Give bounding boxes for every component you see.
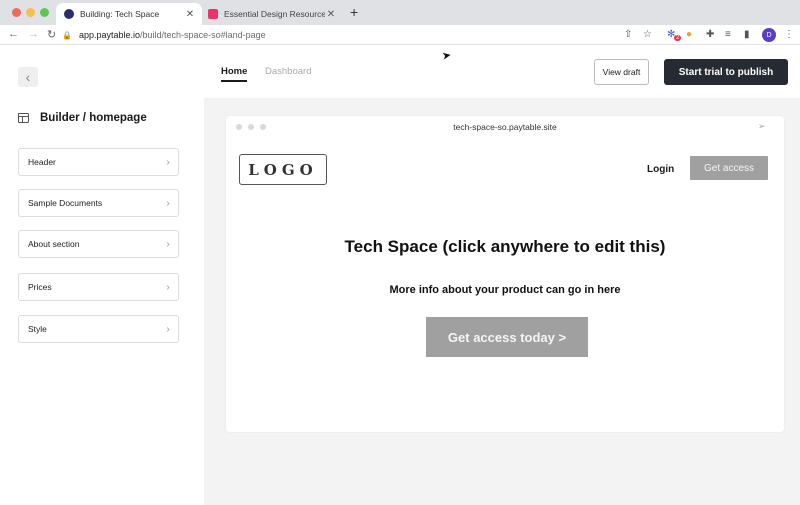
browser-tab-building[interactable]: Building: Tech Space ✕ bbox=[56, 3, 202, 25]
preview-get-access-button[interactable]: Get access bbox=[690, 156, 768, 180]
preview-logo[interactable]: LOGO bbox=[239, 154, 327, 185]
back-arrow-icon[interactable]: ← bbox=[8, 28, 19, 40]
sidebar-item-header[interactable]: Header › bbox=[18, 148, 179, 176]
preview-url: tech-space-so.paytable.site bbox=[453, 122, 557, 132]
url-field[interactable]: 🔒 app.paytable.io/build/tech-space-so#la… bbox=[62, 27, 662, 43]
close-icon[interactable]: ✕ bbox=[325, 9, 337, 20]
sidebar-item-label: Header bbox=[28, 157, 56, 167]
sidebar-item-label: Sample Documents bbox=[28, 198, 103, 208]
new-tab-icon[interactable]: + bbox=[350, 4, 358, 20]
sidebar-item-label: Prices bbox=[28, 282, 52, 292]
chevron-right-icon: › bbox=[166, 156, 170, 168]
maximize-window-button[interactable] bbox=[40, 8, 49, 17]
close-icon[interactable]: ✕ bbox=[184, 9, 196, 20]
chevron-left-icon: ‹ bbox=[25, 69, 31, 85]
chevron-right-icon: › bbox=[166, 281, 170, 293]
preview-login-link[interactable]: Login bbox=[647, 164, 674, 175]
sidebar-title: Builder / homepage bbox=[40, 112, 147, 124]
close-window-button[interactable] bbox=[12, 8, 21, 17]
reload-icon[interactable]: ↻ bbox=[47, 28, 56, 41]
back-button[interactable]: ‹ bbox=[18, 67, 38, 87]
browser-tab-bar: Building: Tech Space ✕ Essential Design … bbox=[0, 0, 800, 25]
profile-avatar[interactable]: D bbox=[762, 28, 776, 42]
browser-tab-design-resources[interactable]: Essential Design Resources - D ✕ bbox=[203, 3, 343, 25]
tab-home[interactable]: Home bbox=[221, 66, 248, 82]
start-trial-button[interactable]: Start trial to publish bbox=[664, 59, 788, 85]
send-icon[interactable]: ➢ bbox=[758, 121, 766, 132]
sidebar-item-sample-documents[interactable]: Sample Documents › bbox=[18, 189, 179, 217]
forward-arrow-icon[interactable]: → bbox=[28, 28, 39, 40]
preview-subheadline[interactable]: More info about your product can go in h… bbox=[226, 284, 784, 296]
puzzle-icon[interactable]: ✚ bbox=[706, 29, 714, 40]
sidebar-item-about-section[interactable]: About section › bbox=[18, 230, 179, 258]
chevron-right-icon: › bbox=[166, 238, 170, 250]
tab-title: Building: Tech Space bbox=[80, 9, 160, 19]
preview-headline[interactable]: Tech Space (click anywhere to edit this) bbox=[226, 237, 784, 257]
minimize-window-button[interactable] bbox=[26, 8, 35, 17]
site-preview[interactable]: tech-space-so.paytable.site ➢ LOGO Login… bbox=[226, 116, 784, 432]
sidebar-item-label: Style bbox=[28, 324, 47, 334]
layout-icon bbox=[18, 113, 29, 123]
design-resources-favicon-icon bbox=[208, 9, 218, 19]
app-header: ‹ Home Dashboard View draft Start trial … bbox=[0, 46, 800, 98]
lock-icon: 🔒 bbox=[62, 30, 72, 40]
chevron-right-icon: › bbox=[166, 197, 170, 209]
url-host: app.paytable.io bbox=[78, 30, 141, 40]
side-panel-icon[interactable]: ▮ bbox=[744, 29, 750, 40]
reading-list-icon[interactable]: ≡ bbox=[725, 29, 731, 40]
more-menu-icon[interactable]: ⋮ bbox=[784, 29, 794, 40]
chevron-right-icon: › bbox=[166, 323, 170, 335]
tab-title: Essential Design Resources - D bbox=[224, 9, 325, 19]
url-path: /build/tech-space-so#land-page bbox=[140, 30, 266, 40]
tab-dashboard[interactable]: Dashboard bbox=[265, 66, 311, 77]
color-extension-icon[interactable]: ● bbox=[686, 29, 692, 40]
builder-sidebar: Builder / homepage Header › Sample Docum… bbox=[0, 98, 204, 505]
browser-address-bar: ← → ↻ 🔒 app.paytable.io/build/tech-space… bbox=[0, 25, 800, 45]
sidebar-item-prices[interactable]: Prices › bbox=[18, 273, 179, 301]
mouse-cursor-icon: ➤ bbox=[441, 49, 453, 63]
sidebar-item-label: About section bbox=[28, 239, 80, 249]
share-icon[interactable]: ⇧ bbox=[624, 29, 632, 40]
view-draft-button[interactable]: View draft bbox=[594, 59, 649, 85]
sidebar-item-style[interactable]: Style › bbox=[18, 315, 179, 343]
preview-cta-button[interactable]: Get access today > bbox=[426, 317, 588, 357]
extension-badge: 2 bbox=[674, 35, 682, 41]
paytable-favicon-icon bbox=[64, 9, 74, 19]
star-icon[interactable]: ☆ bbox=[643, 29, 652, 40]
